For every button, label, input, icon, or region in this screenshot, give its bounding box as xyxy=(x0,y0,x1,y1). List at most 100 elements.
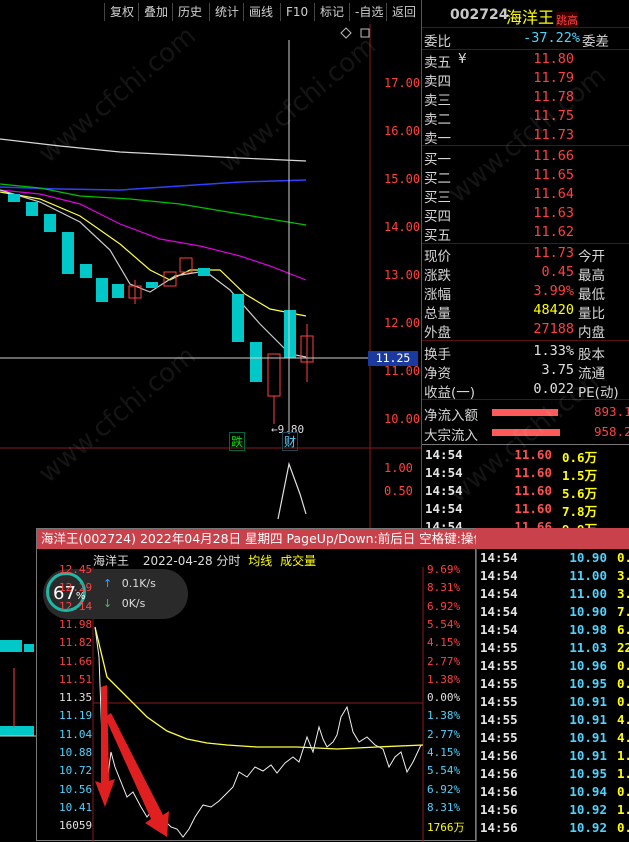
intraday-pct-tick: 0.00% xyxy=(427,691,461,705)
intraday-y-tick: 11.35 xyxy=(59,691,93,705)
toolbar-button-fuquan[interactable]: 复权 xyxy=(104,3,139,21)
tick-row: 14:5610.911.7 xyxy=(480,748,629,763)
intraday-pct-tick: 9.69% xyxy=(427,563,461,576)
bid-row: 买四 11.63 xyxy=(424,205,574,225)
y-tick: 16.00 xyxy=(384,124,421,138)
intraday-y-tick: 11.98 xyxy=(59,617,93,631)
stock-name: 海洋王 xyxy=(506,8,555,27)
intraday-y-tick: 10.41 xyxy=(59,800,93,814)
cursor-price-label: 11.25 xyxy=(368,351,418,366)
speed-up: 0.1K/s xyxy=(121,577,156,590)
intraday-pct-tick: 2.77% xyxy=(427,727,461,741)
intraday-y-tick: 11.51 xyxy=(59,672,93,686)
intraday-popup[interactable]: 海洋王(002724) 2022年04月28日 星期四 PageUp/Down:… xyxy=(36,528,629,842)
popup-titlebar-ext xyxy=(476,528,629,548)
intraday-y-tick: 10.72 xyxy=(59,764,93,778)
weibi-row: 委比 -37.22% 委差 xyxy=(424,30,609,50)
tick-row: 14:5411.003.0 xyxy=(480,568,629,583)
stat-row: 现价 11.73 今开 xyxy=(424,245,605,265)
toolbar-button-fanhui[interactable]: 返回 xyxy=(386,3,421,21)
intraday-y-tick: 11.82 xyxy=(59,636,93,650)
intraday-y-tick: 11.04 xyxy=(59,727,93,741)
ask-row: 卖五 11.80 ¥ xyxy=(424,51,574,71)
ma-line-blue xyxy=(0,179,307,191)
price-line xyxy=(94,626,422,838)
intraday-pct-tick: 1.38% xyxy=(427,709,461,723)
stat-row: 涨幅 3.99% 最低 xyxy=(424,283,605,303)
stat-row: 总量 48420 量比 xyxy=(424,302,605,322)
tick-row: 14:5610.920.9 xyxy=(480,820,629,835)
intraday-y-tick: 11.19 xyxy=(59,709,93,723)
intraday-pct-tick: 4.15% xyxy=(427,636,461,650)
toolbar-button-lishi[interactable]: 历史 xyxy=(172,3,207,21)
intraday-y-tick: 12.29 xyxy=(59,581,93,595)
y-tick: 15.00 xyxy=(384,172,421,186)
speed-down: 0K/s xyxy=(121,597,146,610)
intraday-pct-tick: 1.38% xyxy=(427,672,461,686)
tick-row: 14:5510.914.0 xyxy=(480,730,629,745)
stat-row: 涨跌 0.45 最高 xyxy=(424,264,605,284)
badge-die[interactable]: 跌 xyxy=(229,432,246,451)
tick-row: 14:54 11.60 7.8万 xyxy=(425,501,598,519)
download-arrow-icon: ↓ xyxy=(103,597,113,610)
intraday-pct-tick: 1766万 xyxy=(427,821,465,835)
y-tick: 11.00 xyxy=(384,364,421,378)
intraday-pct-tick: 2.77% xyxy=(427,654,461,668)
tick-row: 14:5610.940.1 xyxy=(480,784,629,799)
diamond-icon xyxy=(340,27,352,39)
badge-cai[interactable]: 财 xyxy=(282,432,299,451)
yen-icon: ¥ xyxy=(458,51,467,67)
ma-line-magenta xyxy=(0,189,307,281)
intraday-pct-tick: 5.54% xyxy=(427,764,461,778)
intraday-y-tick: 12.45 xyxy=(59,563,93,576)
toolbar-button-zixuan[interactable]: -自选 xyxy=(349,3,388,21)
intraday-pct-tick: 6.92% xyxy=(427,599,461,613)
intraday-y-tick: 11.66 xyxy=(59,654,93,668)
y-tick: 13.00 xyxy=(384,268,421,282)
intraday-pct-tick: 8.31% xyxy=(427,800,461,814)
volume-indicator-line xyxy=(277,461,307,520)
y-tick: 17.00 xyxy=(384,76,421,90)
toolbar-button-f10[interactable]: F10 xyxy=(280,3,313,21)
red-arrow-2 xyxy=(105,713,169,837)
tick-row: 14:5410.986.8 xyxy=(480,622,629,637)
stock-tag: 跳高 xyxy=(556,12,578,28)
intraday-pct-tick: 5.54% xyxy=(427,617,461,631)
intraday-y-tick: 10.56 xyxy=(59,782,93,796)
vol-tick: 1.00 xyxy=(384,461,413,475)
tick-row: 14:5410.907.0 xyxy=(480,604,629,619)
toolbar-button-tongji[interactable]: 统计 xyxy=(209,3,244,21)
intraday-pct-tick: 4.15% xyxy=(427,746,461,759)
tick-row: 14:5510.950.1 xyxy=(480,676,629,691)
toolbar: 复权 叠加 历史 统计 画线 F10 标记 -自选 返回 xyxy=(0,0,421,24)
stat-row: 外盘 27188 内盘 xyxy=(424,321,605,341)
tick-row: 14:5511.0322.8 xyxy=(480,640,629,655)
bg-volume-chart xyxy=(0,640,36,737)
tick-row: 14:5410.900.3 xyxy=(480,550,629,565)
toolbar-button-diejia[interactable]: 叠加 xyxy=(138,3,173,21)
intraday-pct-tick: 8.31% xyxy=(427,581,461,595)
tick-row: 14:5610.921.0 xyxy=(480,802,629,817)
intraday-y-tick: 10.88 xyxy=(59,746,93,759)
stat-row: 换手 1.33% 股本 xyxy=(424,343,605,363)
y-tick: 12.00 xyxy=(384,316,421,330)
tick-row: 14:5510.910.1 xyxy=(480,694,629,709)
tick-row: 14:5510.914.9 xyxy=(480,712,629,727)
tick-row: 14:5510.960.1 xyxy=(480,658,629,673)
intraday-pct-tick: 6.92% xyxy=(427,782,461,796)
y-tick: 10.00 xyxy=(384,412,421,426)
intraday-y-tick: 12.14 xyxy=(59,599,93,613)
avg-price-line xyxy=(94,626,424,750)
tick-row: 14:5610.951.1 xyxy=(480,766,629,781)
y-tick: 14.00 xyxy=(384,220,421,234)
tick-list-bottom: 14:5410.900.3 14:5411.003.0 14:5411.003.1 1… xyxy=(476,548,629,841)
toolbar-button-biaoji[interactable]: 标记 xyxy=(314,3,349,21)
toolbar-button-huaxian[interactable]: 画线 xyxy=(243,3,278,21)
upload-arrow-icon: ↑ xyxy=(103,577,113,590)
ma-line-yellow xyxy=(0,191,307,317)
vol-tick: 0.50 xyxy=(384,484,413,498)
stock-code: 002724 xyxy=(450,7,509,23)
bid-row: 买五 11.62 xyxy=(424,224,574,244)
intraday-y-tick: 16059 xyxy=(59,819,93,833)
tick-row: 14:5411.003.1 xyxy=(480,586,629,601)
